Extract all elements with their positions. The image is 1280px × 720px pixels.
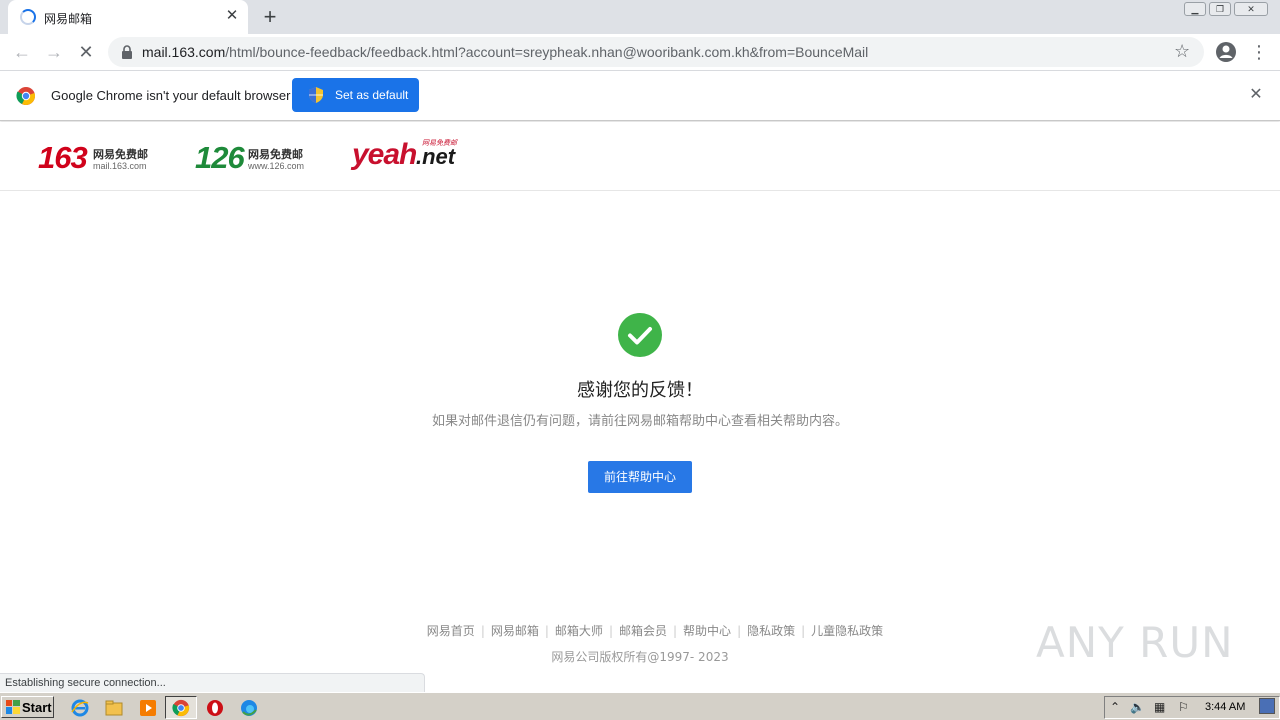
logo-yeah-main: yeah [352,138,417,171]
footer-separator: | [544,624,549,638]
chrome-taskbar-icon [172,699,190,717]
logo-163-link[interactable]: 163 网易免费邮 mail.163.com [38,140,158,176]
tab-close-icon[interactable]: ✕ [224,8,240,24]
minimize-button[interactable]: ▁ [1184,2,1206,16]
windows-flag-icon [6,700,20,714]
browser-status-bar: Establishing secure connection... [0,673,425,692]
file-explorer-icon[interactable] [104,698,124,718]
edge-icon[interactable] [239,698,259,718]
browser-tab[interactable]: 网易邮箱 ✕ [8,0,248,34]
status-text: Establishing secure connection... [5,677,166,689]
more-menu-icon[interactable]: ⋮ [1250,39,1268,65]
volume-icon[interactable]: 🔈 [1130,700,1145,714]
footer-link-mail-vip[interactable]: 邮箱会员 [619,624,667,638]
start-button[interactable]: Start [1,696,54,718]
logo-yeah-suffix: .net [416,144,456,169]
tab-strip: 网易邮箱 ✕ + ▁ ❐ ✕ [0,0,1280,34]
action-center-flag-icon[interactable]: ⚐ [1178,700,1189,714]
infobar-close-icon[interactable]: ✕ [1246,85,1266,105]
internet-explorer-icon[interactable] [70,698,90,718]
logo-163-url: mail.163.com [93,161,147,171]
footer-links: 网易首页 | 网易邮箱 | 邮箱大师 | 邮箱会员 | 帮助中心 | 隐私政策 | 儿童隐私政策 [340,622,970,639]
browser-toolbar: ← → ✕ mail.163.com/html/bounce-feedback/… [0,34,1280,71]
chrome-logo-icon [16,87,35,105]
copyright-text: 网易公司版权所有@1997- 2023 [551,650,729,664]
address-bar[interactable]: mail.163.com/html/bounce-feedback/feedba… [108,37,1204,67]
opera-icon[interactable] [205,698,225,718]
restore-button[interactable]: ❐ [1209,2,1231,16]
watermark-text: ANY RUN [1036,618,1234,667]
lock-icon [122,45,132,59]
anyrun-watermark: ANY RUN [1036,606,1236,670]
feedback-description: 如果对邮件退信仍有问题，请前往网易邮箱帮助中心查看相关帮助内容。 [431,414,848,429]
bookmark-star-icon[interactable]: ☆ [1174,41,1190,62]
feedback-thanks-title: 感谢您的反馈！ [577,380,703,401]
url-text: mail.163.com/html/bounce-feedback/feedba… [142,44,868,60]
windows-taskbar: Start ⌃ 🔈 ▦ ⚐ 3:44 AM [0,692,1280,720]
go-to-help-center-button[interactable]: 前往帮助中心 [588,461,692,493]
logo-yeah-link[interactable]: 网易免费邮 yeah .net [352,136,464,176]
infobar-message: Google Chrome isn't your default browser [51,88,291,103]
set-as-default-label: Set as default [335,88,409,102]
footer-link-netease-home[interactable]: 网易首页 [427,624,475,638]
logo-163-number: 163 [38,140,88,175]
new-tab-button[interactable]: + [258,5,282,29]
footer-link-mail-master[interactable]: 邮箱大师 [555,624,603,638]
tab-title: 网易邮箱 [44,12,93,26]
back-arrow-icon[interactable]: ← [8,38,36,66]
url-host: mail.163.com [142,44,226,60]
stop-loading-icon[interactable]: ✕ [72,38,100,66]
logo-126-cn: 网易免费邮 [248,148,303,161]
taskbar-chrome-active[interactable] [165,696,197,719]
footer-separator: | [801,624,806,638]
taskbar-clock[interactable]: 3:44 AM [1205,701,1245,713]
set-as-default-button[interactable]: Set as default [292,78,419,112]
footer-link-children-privacy[interactable]: 儿童隐私政策 [811,624,883,638]
footer-link-help-center[interactable]: 帮助中心 [683,624,731,638]
logo-163-cn: 网易免费邮 [93,148,148,161]
uac-shield-icon [309,87,323,103]
default-browser-infobar: Google Chrome isn't your default browser… [0,71,1280,121]
profile-avatar-icon[interactable] [1214,40,1238,64]
media-player-icon[interactable] [138,698,158,718]
footer-link-privacy-policy[interactable]: 隐私政策 [747,624,795,638]
footer-separator: | [480,624,485,638]
footer-separator: | [608,624,613,638]
forward-arrow-icon[interactable]: → [40,38,68,66]
logo-126-url: www.126.com [248,161,305,171]
footer-separator: | [673,624,678,638]
success-check-icon [618,313,662,357]
url-path: /html/bounce-feedback/feedback.html?acco… [225,44,869,60]
tray-expand-icon[interactable]: ⌃ [1110,700,1120,714]
logo-126-link[interactable]: 126 网易免费邮 www.126.com [195,140,315,176]
start-label: Start [22,700,52,715]
network-icon[interactable]: ▦ [1154,700,1165,714]
footer-separator: | [737,624,742,638]
site-header: 163 网易免费邮 mail.163.com 126 网易免费邮 www.126… [0,122,1280,191]
logo-126-number: 126 [195,140,245,175]
loading-spinner-icon [20,9,36,25]
show-desktop-icon[interactable] [1259,698,1275,714]
footer-link-netease-mail[interactable]: 网易邮箱 [491,624,539,638]
window-close-button[interactable]: ✕ [1234,2,1268,16]
